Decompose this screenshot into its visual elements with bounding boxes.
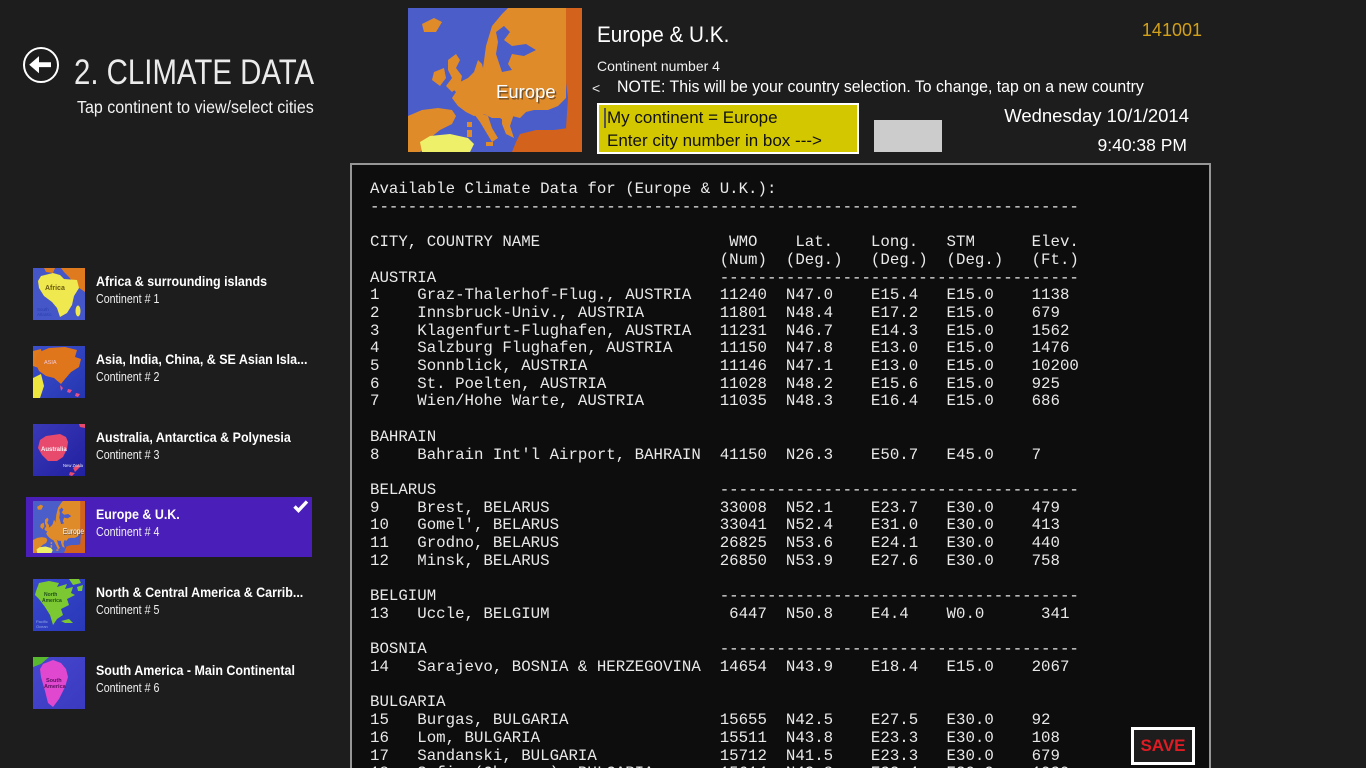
svg-text:America: America xyxy=(42,598,62,604)
svg-text:Europe: Europe xyxy=(63,527,84,537)
svg-text:Africa: Africa xyxy=(45,285,65,292)
svg-text:America: America xyxy=(44,684,67,690)
svg-text:Europe: Europe xyxy=(496,81,556,102)
svg-text:New Zeala: New Zeala xyxy=(63,463,84,468)
svg-text:Australia: Australia xyxy=(41,447,67,453)
svg-text:Atlantic: Atlantic xyxy=(37,312,53,317)
svg-text:ASIA: ASIA xyxy=(44,360,57,366)
svg-text:Ocean: Ocean xyxy=(36,624,48,629)
